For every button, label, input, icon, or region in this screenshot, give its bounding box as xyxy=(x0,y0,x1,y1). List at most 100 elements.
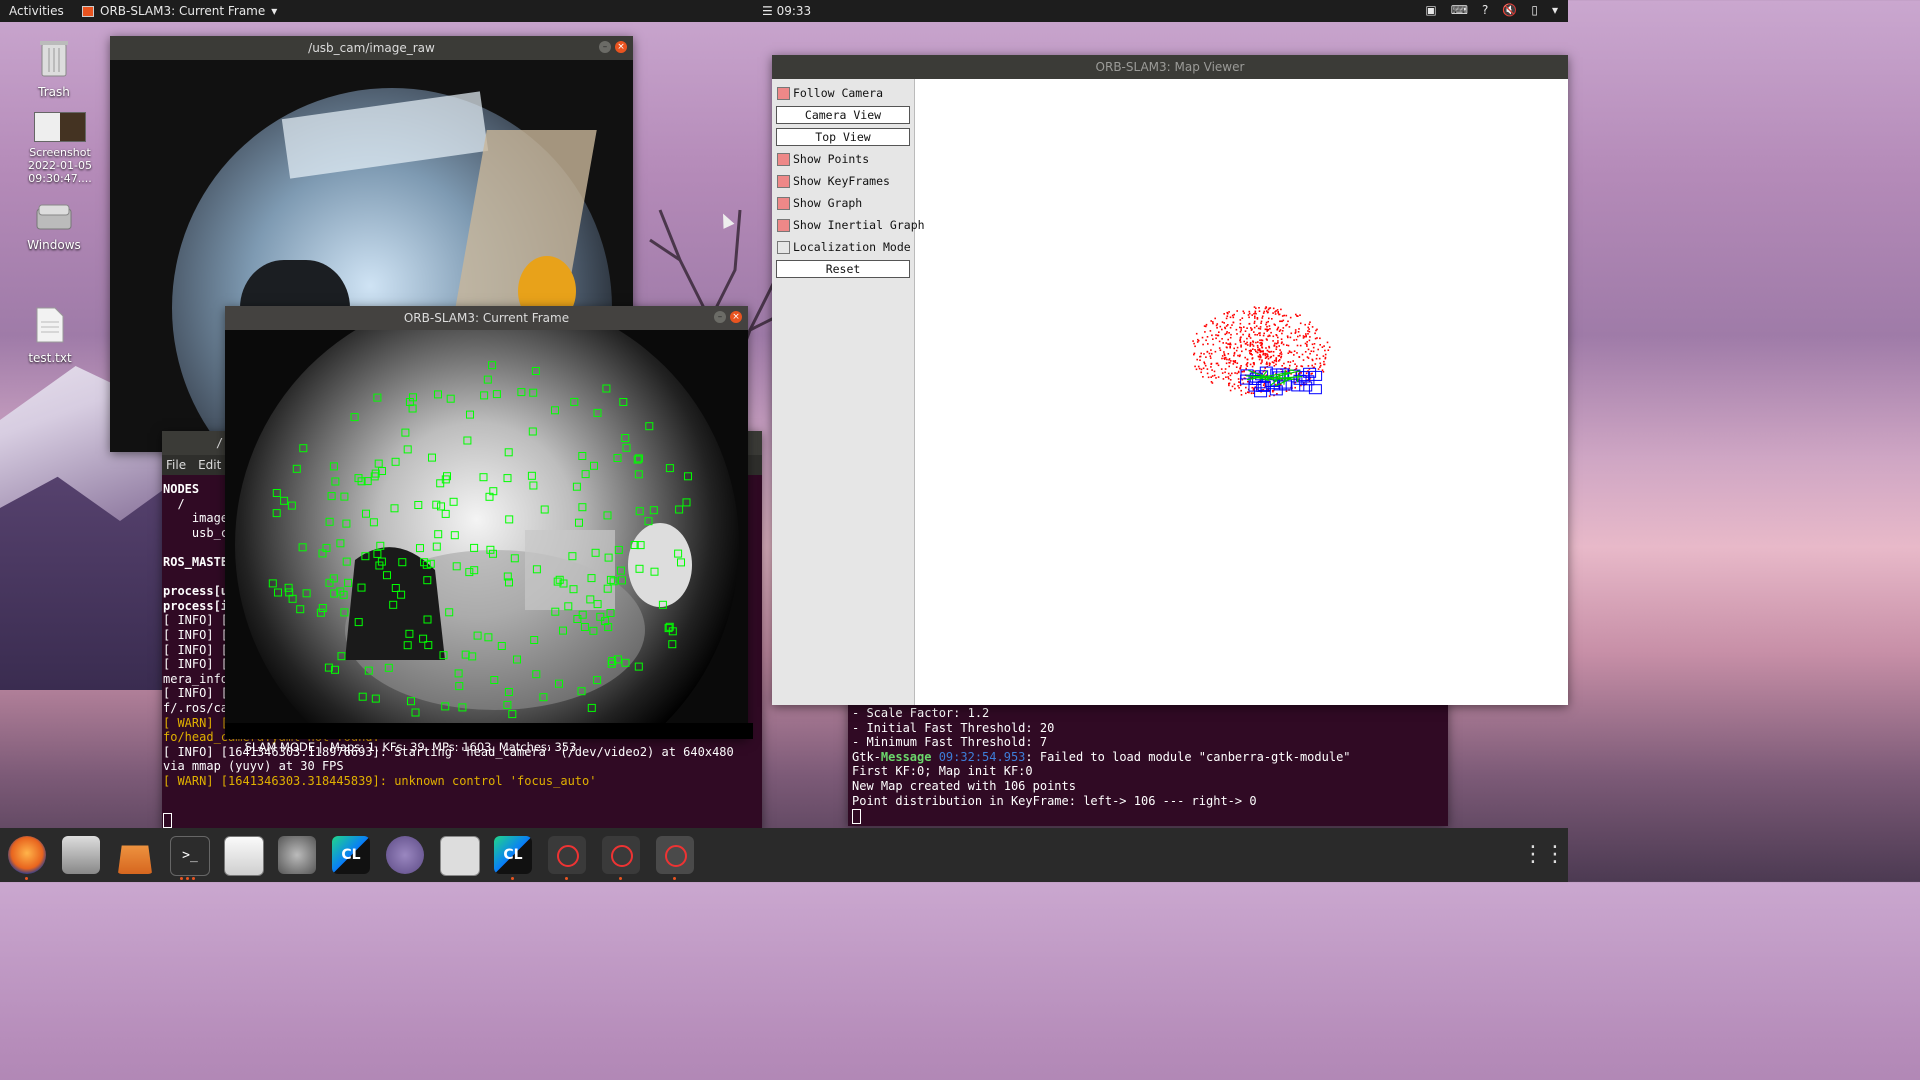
follow-camera-checkbox[interactable]: Follow Camera xyxy=(777,86,883,100)
volume-icon[interactable]: 🔇 xyxy=(1502,3,1517,17)
map-point xyxy=(1266,354,1269,356)
blocked-app-icon[interactable] xyxy=(602,836,640,874)
terminal-right-window[interactable]: - Scale Factor: 1.2- Initial Fast Thresh… xyxy=(848,700,1448,826)
reset-button[interactable]: Reset xyxy=(776,260,910,278)
camera-icon[interactable] xyxy=(440,836,480,876)
menu-edit[interactable]: Edit xyxy=(198,455,221,475)
blocked-app-icon[interactable] xyxy=(656,836,694,874)
software-icon[interactable] xyxy=(117,845,153,874)
close-icon[interactable]: × xyxy=(615,41,627,53)
gtk-message-text: : Failed to load module "canberra-gtk-mo… xyxy=(1025,749,1351,764)
keyboard-icon[interactable]: ⌨ xyxy=(1451,3,1468,17)
map-point xyxy=(1210,376,1212,378)
show-applications-icon[interactable]: ⋮⋮ xyxy=(1522,836,1566,874)
terminal-icon[interactable]: >_ xyxy=(170,836,210,876)
chevron-down-icon[interactable]: ▾ xyxy=(1552,3,1558,17)
battery-icon[interactable]: ▯ xyxy=(1531,3,1538,17)
map-point xyxy=(1258,332,1260,335)
current-frame-window[interactable]: ORB-SLAM3: Current Frame – × SLAM MODE | … xyxy=(225,306,753,754)
close-icon[interactable]: × xyxy=(730,311,742,323)
image-raw-titlebar[interactable]: /usb_cam/image_raw – × xyxy=(110,36,633,60)
minimize-icon[interactable]: – xyxy=(599,41,611,53)
text-editor-icon[interactable] xyxy=(224,836,264,876)
map-point xyxy=(1273,359,1276,362)
show-graph-checkbox[interactable]: Show Graph xyxy=(777,196,862,210)
map-viewer-window[interactable]: ORB-SLAM3: Map Viewer Follow Camera Came… xyxy=(717,55,1568,705)
screencast-icon[interactable]: ▣ xyxy=(1425,3,1436,17)
camera-view-button[interactable]: Camera View xyxy=(776,106,910,124)
desktop-icon-label: test.txt xyxy=(28,351,72,365)
show-keyframes-checkbox[interactable]: Show KeyFrames xyxy=(777,174,890,188)
desktop-icon-windows[interactable]: Windows xyxy=(14,203,94,252)
map-point xyxy=(1245,386,1247,389)
current-frame-titlebar[interactable]: ORB-SLAM3: Current Frame – × xyxy=(225,306,748,330)
map-point xyxy=(1246,344,1249,346)
map-point xyxy=(1210,381,1213,383)
map-point xyxy=(1322,371,1325,373)
map-point xyxy=(1249,337,1252,339)
map-point xyxy=(1256,317,1259,319)
map-point xyxy=(1229,389,1232,392)
desktop-icon-trash[interactable]: Trash xyxy=(14,38,94,99)
map-point xyxy=(1247,380,1249,383)
map-point xyxy=(1287,320,1289,323)
map-3d-view[interactable] xyxy=(915,79,1568,705)
map-point xyxy=(1233,351,1236,354)
show-points-checkbox[interactable]: Show Points xyxy=(777,152,869,166)
map-point xyxy=(1251,357,1254,359)
map-point xyxy=(1199,355,1202,358)
system-tray[interactable]: ▣ ⌨ ? 🔇 ▯ ▾ xyxy=(1425,3,1558,17)
map-point xyxy=(1316,354,1318,356)
map-point xyxy=(1226,315,1229,317)
map-point xyxy=(1256,334,1258,336)
network-icon[interactable]: ? xyxy=(1482,3,1488,17)
map-point xyxy=(1317,348,1319,351)
show-inertial-graph-checkbox[interactable]: Show Inertial Graph xyxy=(777,218,925,232)
map-point xyxy=(1232,316,1235,319)
map-point xyxy=(1272,312,1274,314)
map-point xyxy=(1235,328,1238,331)
map-point xyxy=(1259,342,1261,344)
running-indicator xyxy=(192,877,195,880)
map-point xyxy=(1285,314,1288,317)
map-point xyxy=(1245,343,1247,345)
firefox-icon[interactable] xyxy=(8,836,46,874)
clion-icon[interactable]: CL xyxy=(332,836,370,874)
map-point xyxy=(1314,332,1316,335)
map-point xyxy=(1270,350,1273,353)
settings-icon[interactable] xyxy=(278,836,316,874)
minimize-icon[interactable]: – xyxy=(714,311,726,323)
map-point xyxy=(1297,331,1300,333)
top-view-button[interactable]: Top View xyxy=(776,128,910,146)
map-point xyxy=(1248,333,1251,336)
blocked-app-icon[interactable] xyxy=(548,836,586,874)
activities-button[interactable]: Activities xyxy=(9,4,64,18)
map-point xyxy=(1233,313,1235,316)
map-point xyxy=(1261,339,1264,342)
map-point xyxy=(1271,361,1274,363)
map-point xyxy=(1215,334,1217,336)
files-icon[interactable] xyxy=(62,836,100,874)
menu-file[interactable]: File xyxy=(166,455,186,475)
terminal-right-output[interactable]: - Scale Factor: 1.2- Initial Fast Thresh… xyxy=(848,700,1448,808)
map-point xyxy=(1321,369,1324,371)
map-point xyxy=(1266,361,1268,364)
map-point xyxy=(1293,354,1295,356)
map-point xyxy=(1218,340,1221,343)
map-point xyxy=(1280,342,1283,345)
desktop-icon-screenshot[interactable]: Screenshot 2022-01-05 09:30:47.... xyxy=(20,112,100,185)
gtk-timestamp: 09:32:54.953 xyxy=(931,749,1026,764)
map-point xyxy=(1249,345,1251,347)
map-point xyxy=(1214,350,1217,353)
localization-mode-checkbox[interactable]: Localization Mode xyxy=(777,240,911,254)
map-point xyxy=(1201,336,1204,339)
desktop-icon-test-txt[interactable]: test.txt xyxy=(10,306,90,365)
map-point xyxy=(1292,360,1294,362)
map-point xyxy=(1323,345,1325,347)
grapes-icon[interactable] xyxy=(386,836,424,874)
clion-icon[interactable]: CL xyxy=(494,836,532,874)
app-menu[interactable]: ORB-SLAM3: Current Frame ▾ xyxy=(82,4,277,18)
map-point xyxy=(1296,352,1298,354)
map-viewer-titlebar[interactable]: ORB-SLAM3: Map Viewer xyxy=(772,55,1568,79)
clock[interactable]: ☰ 09:33 xyxy=(762,4,811,18)
